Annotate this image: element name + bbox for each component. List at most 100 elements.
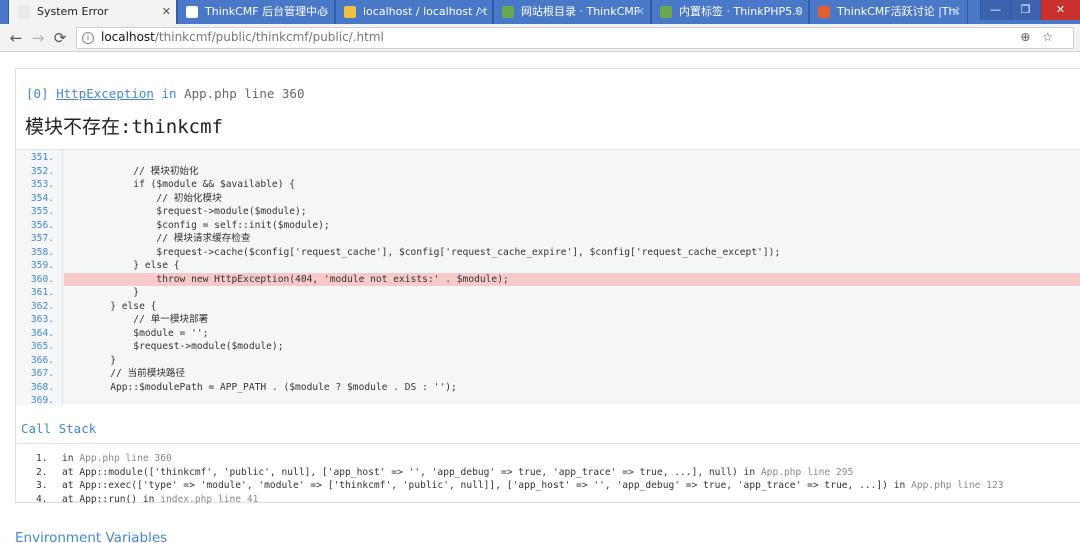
browser-tab-4[interactable]: 网站根目录 · ThinkCMF ✕: [492, 0, 652, 24]
code-line: 357. // 模块请求缓存检查: [16, 232, 1080, 246]
frame-call: at App::run() in: [62, 493, 161, 505]
code-line: 351.: [16, 151, 1080, 165]
exception-in: in: [161, 86, 177, 101]
close-window-button[interactable]: ✕: [1040, 0, 1080, 20]
line-number: 369.: [30, 395, 54, 406]
browser-tab-5[interactable]: 内置标签 · ThinkPHP5.0 ✕: [650, 0, 810, 24]
code-line: 368. App::$modulePath = APP_PATH . ($mod…: [16, 381, 1080, 395]
code-line: 365. $request->module($module);: [16, 340, 1080, 354]
minimize-button[interactable]: —: [980, 0, 1010, 20]
code-line: 359. } else {: [16, 259, 1080, 273]
tab-close-icon[interactable]: ✕: [952, 0, 961, 24]
line-number: 368.: [30, 381, 54, 393]
line-number: 354.: [30, 192, 54, 204]
line-source: } else {: [64, 260, 180, 271]
tab-favicon-icon: [502, 6, 514, 18]
tab-title: 网站根目录 · ThinkCMF: [521, 5, 641, 18]
back-arrow-icon[interactable]: ←: [6, 28, 26, 48]
browser-tab-6[interactable]: ThinkCMF活跃讨论 |Thi ✕: [808, 0, 968, 24]
frame-number: 4.: [36, 493, 48, 505]
tab-close-icon[interactable]: ✕: [794, 0, 803, 24]
frame-call: at App::module(['thinkcmf', 'public', nu…: [62, 466, 761, 478]
browser-tab-1[interactable]: System Error ✕: [8, 0, 178, 24]
maximize-button[interactable]: ❐: [1010, 0, 1040, 20]
tab-favicon-icon: [18, 6, 30, 18]
line-source: // 单一模块部署: [64, 314, 209, 325]
line-source: $request->cache($config['request_cache']…: [64, 246, 781, 258]
line-number: 357.: [30, 233, 54, 244]
line-number: 353.: [30, 179, 54, 190]
exception-index: [0]: [26, 86, 49, 101]
exception-info: [0] HttpException in App.php line 360: [26, 86, 305, 101]
line-source: }: [64, 287, 140, 298]
address-bar[interactable]: i localhost/thinkcmf/public/thinkcmf/pub…: [76, 27, 1074, 49]
line-source: if ($module && $available) {: [64, 179, 296, 190]
url-host: localhost: [101, 30, 155, 44]
call-stack-frame: 1. in App.php line 360: [36, 452, 172, 466]
line-source: // 当前模块路径: [64, 368, 186, 379]
exception-location: App.php line 360: [184, 86, 305, 101]
source-code-viewer: 351. 352. // 模块初始化 353. if ($module && $av…: [16, 149, 1080, 406]
info-icon[interactable]: i: [82, 32, 94, 44]
call-stack-frame: 3. at App::exec(['type' => 'module', 'mod…: [36, 479, 1003, 493]
tab-favicon-icon: [660, 6, 672, 18]
code-line: 367. // 当前模块路径: [16, 367, 1080, 381]
line-source: // 模块请求缓存检查: [64, 233, 251, 244]
browser-tab-2[interactable]: ThinkCMF 后台管理中心 ✕: [176, 0, 336, 24]
reload-icon[interactable]: ⟳: [50, 28, 70, 48]
line-source: // 初始化模块: [64, 192, 222, 204]
line-number: 364.: [30, 327, 54, 339]
line-source: throw new HttpException(404, 'module not…: [64, 272, 1080, 286]
line-number: 356.: [30, 219, 54, 231]
code-line: 364. $module = '';: [16, 327, 1080, 341]
environment-variables-title[interactable]: Environment Variables: [15, 530, 167, 543]
line-number: 360.: [30, 273, 54, 285]
bookmark-star-icon[interactable]: ☆: [1042, 30, 1053, 44]
zoom-icon[interactable]: ⊕: [1020, 30, 1030, 44]
line-number: 365.: [30, 341, 54, 352]
line-number: 361.: [30, 287, 54, 298]
line-source: $request->module($module);: [64, 341, 284, 352]
line-number: 359.: [30, 260, 54, 271]
line-number: 358.: [30, 246, 54, 258]
line-number: 352.: [30, 165, 54, 177]
exception-message: 模块不存在:thinkcmf: [25, 116, 223, 138]
url-path: /thinkcmf/public/thinkcmf/public/.html: [154, 30, 384, 44]
tab-favicon-icon: [818, 6, 830, 18]
tab-title: System Error: [37, 5, 109, 18]
exception-panel: [0] HttpException in App.php line 360 模块…: [15, 68, 1080, 507]
frame-location: App.php line 360: [79, 453, 172, 464]
tab-close-icon[interactable]: ✕: [162, 0, 171, 24]
line-number: 363.: [30, 314, 54, 325]
url-text[interactable]: localhost/thinkcmf/public/thinkcmf/publi…: [101, 30, 384, 44]
line-source: $config = self::init($module);: [64, 219, 330, 231]
tab-close-icon[interactable]: ✕: [320, 0, 329, 24]
code-line: 362. } else {: [16, 300, 1080, 314]
tab-title: 内置标签 · ThinkPHP5.0: [679, 5, 803, 18]
browser-tab-strip: System Error ✕ ThinkCMF 后台管理中心 ✕ localhost /…: [0, 0, 1080, 24]
call-stack-title: Call Stack: [21, 421, 97, 436]
code-line: 354. // 初始化模块: [16, 192, 1080, 206]
frame-number: 2.: [36, 466, 48, 478]
frame-number: 1.: [36, 453, 48, 464]
tab-title: ThinkCMF 后台管理中心: [205, 5, 329, 18]
tab-close-icon[interactable]: ✕: [478, 0, 487, 24]
line-source: } else {: [64, 300, 157, 312]
call-stack-list: 1. in App.php line 360 2. at App::module(['…: [16, 443, 1080, 507]
line-number: 367.: [30, 368, 54, 379]
code-line: 355. $request->module($module);: [16, 205, 1080, 219]
call-stack-frame: 4. at App::run() in index.php line 41: [36, 493, 258, 507]
forward-arrow-icon[interactable]: →: [28, 28, 48, 48]
call-stack-frame: 2. at App::module(['thinkcmf', 'public', …: [36, 466, 853, 480]
tab-favicon-icon: [186, 6, 198, 18]
exception-class-link[interactable]: HttpException: [56, 86, 154, 101]
page-content: [0] HttpException in App.php line 360 模块…: [0, 53, 1080, 543]
code-line: 358. $request->cache($config['request_ca…: [16, 246, 1080, 260]
tab-close-icon[interactable]: ✕: [636, 0, 645, 24]
omnibox-actions: ⊕ ☆: [1020, 30, 1053, 44]
tab-title: localhost / localhost / t: [363, 5, 488, 18]
code-line: 361. }: [16, 286, 1080, 300]
browser-tab-3[interactable]: localhost / localhost / t ✕: [334, 0, 494, 24]
line-number: 366.: [30, 354, 54, 366]
frame-location: App.php line 123: [911, 480, 1004, 491]
